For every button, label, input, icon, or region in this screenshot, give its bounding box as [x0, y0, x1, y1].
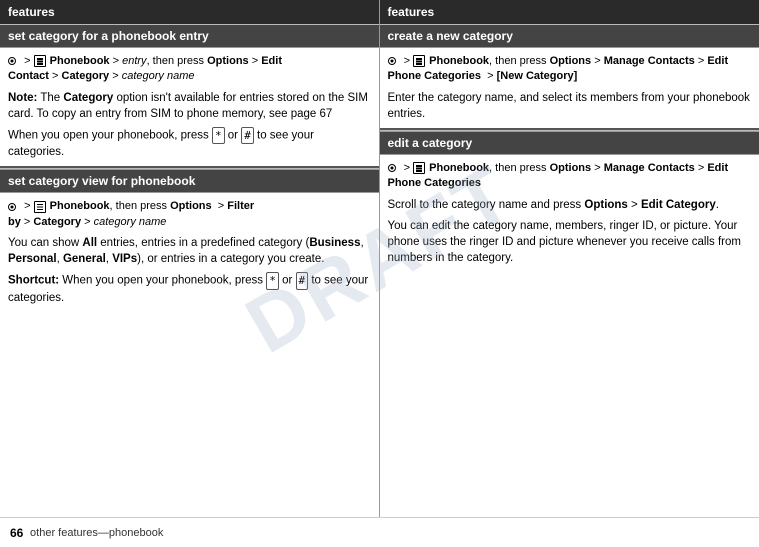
edit-category-scroll: Scroll to the category name and press Op…: [388, 197, 752, 213]
hash-key: #: [241, 127, 254, 144]
phonebook-icon-4: [413, 162, 425, 174]
footer-text: other features—phonebook: [30, 527, 163, 539]
set-category-view-header: set category view for phonebook: [0, 169, 379, 193]
edit-category-nav: > Phonebook, then press Options > Manage…: [388, 161, 752, 192]
left-column-header: features: [0, 0, 379, 24]
edit-category-desc: You can edit the category name, members,…: [388, 218, 752, 266]
set-category-entry-nav: > Phonebook > entry, then press Options …: [8, 54, 371, 85]
create-category-header: create a new category: [380, 25, 759, 48]
edit-category-section: edit a category > Phonebook, then press …: [380, 130, 759, 272]
create-category-section: create a new category > Phonebook, then …: [380, 24, 759, 128]
right-panel: features create a new category > Phonebo…: [380, 0, 759, 517]
edit-category-header: edit a category: [380, 131, 759, 155]
set-category-view-shortcut: Shortcut: When you open your phonebook, …: [8, 272, 371, 305]
page: DRAFT features set category for a phoneb…: [0, 0, 759, 547]
set-category-entry-note: Note: The Category option isn't availabl…: [8, 90, 371, 122]
nav-bullet: [8, 57, 16, 65]
set-category-entry-header: set category for a phonebook entry: [0, 25, 379, 48]
footer: 66 other features—phonebook: [0, 517, 759, 547]
nav-bullet-4: [388, 164, 396, 172]
star-key: *: [212, 127, 225, 144]
nav-bullet-2: [8, 203, 16, 211]
star-key-2: *: [266, 272, 279, 289]
set-category-entry-section: set category for a phonebook entry > Pho…: [0, 24, 379, 166]
hash-key-2: #: [296, 272, 309, 289]
page-number: 66: [10, 526, 23, 540]
set-category-entry-tip: When you open your phonebook, press * or…: [8, 127, 371, 160]
right-column-header: features: [380, 0, 759, 24]
left-panel: features set category for a phonebook en…: [0, 0, 380, 517]
set-category-view-desc: You can show All entries, entries in a p…: [8, 235, 371, 267]
phonebook-icon-2: [34, 201, 46, 213]
set-category-view-nav: > Phonebook, then press Options > Filter…: [8, 199, 371, 230]
create-category-desc: Enter the category name, and select its …: [388, 90, 752, 122]
main-content: DRAFT features set category for a phoneb…: [0, 0, 759, 517]
nav-bullet-3: [388, 57, 396, 65]
phonebook-icon: [34, 55, 46, 67]
set-category-view-section: set category view for phonebook > Phoneb…: [0, 168, 379, 311]
create-category-nav: > Phonebook, then press Options > Manage…: [388, 54, 752, 85]
phonebook-icon-3: [413, 55, 425, 67]
